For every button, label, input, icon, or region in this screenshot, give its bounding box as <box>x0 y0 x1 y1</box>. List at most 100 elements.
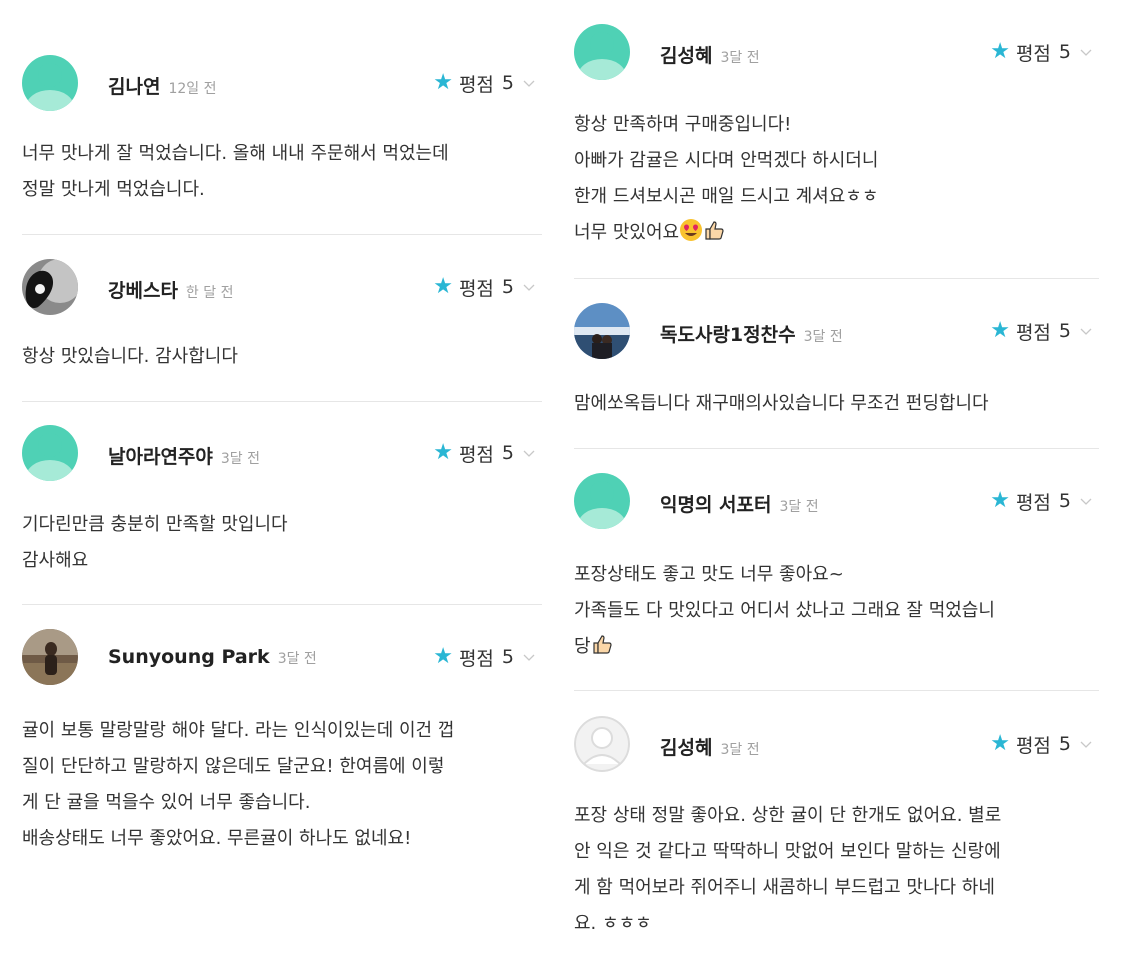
reviewer-name[interactable]: Sunyoung Park 3달 전 <box>108 646 317 668</box>
review-item: 독도사랑1정찬수 3달 전 ★ 평점 5 맘에쏘옥듭니다 재구매의사있습니다 무조… <box>574 303 1099 422</box>
review-item: Sunyoung Park 3달 전 ★ 평점 5 귤이 보통 말랑말랑 해야 달… <box>22 629 542 857</box>
thumbs-up-emoji <box>705 221 724 240</box>
review-header: 김나연 12일 전 ★ 평점 5 <box>22 55 542 111</box>
chevron-down-icon <box>523 80 535 87</box>
rating-toggle[interactable]: ★ 평점 5 <box>433 440 536 466</box>
review-header: 강베스타 한 달 전 ★ 평점 5 <box>22 259 542 315</box>
star-icon: ★ <box>433 70 453 95</box>
rating-value: 5 <box>1058 41 1071 63</box>
reviewer-name[interactable]: 날아라연주야 3달 전 <box>108 442 260 469</box>
profile-photo[interactable] <box>22 629 78 685</box>
review-text: 포장 상태 정말 좋아요. 상한 귤이 단 한개도 없어요. 별로 안 익은 것… <box>574 805 1002 934</box>
review-header: 날아라연주야 3달 전 ★ 평점 5 <box>22 425 542 481</box>
heart-eyes-emoji <box>680 219 703 241</box>
star-icon: ★ <box>990 488 1010 513</box>
review-text-content: 포장상태도 좋고 맛도 너무 좋아요~ 가족들도 다 맛있다고 어디서 샀나고 … <box>574 564 995 657</box>
rating-value: 5 <box>501 276 514 298</box>
star-icon: ★ <box>433 440 453 465</box>
rating-value: 5 <box>501 442 514 464</box>
reviewer-name-text: 익명의 서포터 <box>660 494 772 516</box>
star-icon: ★ <box>990 39 1010 64</box>
review-text: 맘에쏘옥듭니다 재구매의사있습니다 무조건 펀딩합니다 <box>574 393 989 414</box>
review-time: 3달 전 <box>779 499 819 515</box>
rating-label: 평점 <box>458 73 494 96</box>
review-time: 3달 전 <box>720 742 760 758</box>
rating-label: 평점 <box>1015 734 1051 757</box>
chevron-down-icon <box>1080 49 1092 56</box>
rating-toggle[interactable]: ★ 평점 5 <box>990 488 1093 514</box>
review-header: 김성혜 3달 전 ★ 평점 5 <box>574 24 1099 80</box>
reviewer-name[interactable]: 익명의 서포터 3달 전 <box>660 490 819 517</box>
default-avatar-icon[interactable] <box>22 55 78 111</box>
review-header: 익명의 서포터 3달 전 ★ 평점 5 <box>574 473 1099 529</box>
review-item: 김나연 12일 전 ★ 평점 5 너무 맛나게 잘 먹었습니다. 올해 내내 주문… <box>22 55 542 208</box>
reviewer-name[interactable]: 독도사랑1정찬수 3달 전 <box>660 320 843 347</box>
review-text: 너무 맛나게 잘 먹었습니다. 올해 내내 주문해서 먹었는데 정말 맛나게 먹… <box>22 143 449 200</box>
star-icon: ★ <box>990 318 1010 343</box>
rating-label: 평점 <box>458 647 494 670</box>
rating-label: 평점 <box>458 443 494 466</box>
default-avatar-icon[interactable] <box>22 425 78 481</box>
rating-label: 평점 <box>1015 42 1051 65</box>
rating-toggle[interactable]: ★ 평점 5 <box>433 70 536 96</box>
reviewer-name-text: 김성혜 <box>660 45 713 67</box>
reviewer-name[interactable]: 김나연 12일 전 <box>108 72 216 99</box>
chevron-down-icon <box>1080 328 1092 335</box>
review-time: 한 달 전 <box>185 285 234 301</box>
divider <box>22 401 542 402</box>
divider <box>574 278 1099 279</box>
rating-toggle[interactable]: ★ 평점 5 <box>433 645 536 670</box>
chevron-down-icon <box>1080 498 1092 505</box>
default-avatar-icon[interactable] <box>574 473 630 529</box>
reviewer-name-text: 날아라연주야 <box>108 446 213 468</box>
review-time: 3달 전 <box>220 451 261 467</box>
review-item: 날아라연주야 3달 전 ★ 평점 5 기다린만큼 충분히 만족할 맛입니다 감사해… <box>22 425 542 579</box>
divider <box>574 448 1099 449</box>
rating-label: 평점 <box>1015 321 1051 344</box>
chevron-down-icon <box>523 284 535 291</box>
review-item: 김성혜 3달 전 ★ 평점 5 항상 만족하며 구매중입니다! 아빠가 감귤은 시… <box>574 24 1099 251</box>
thumbs-up-emoji <box>592 635 612 654</box>
rating-toggle[interactable]: ★ 평점 5 <box>990 318 1093 344</box>
reviewer-name-text: 독도사랑1정찬수 <box>660 324 796 346</box>
rating-label: 평점 <box>1015 491 1051 514</box>
review-time: 3달 전 <box>720 50 760 66</box>
chevron-down-icon <box>523 654 535 661</box>
star-icon: ★ <box>990 731 1010 756</box>
rating-value: 5 <box>1058 490 1071 512</box>
review-header: 독도사랑1정찬수 3달 전 ★ 평점 5 <box>574 303 1099 359</box>
rating-value: 5 <box>501 72 514 94</box>
review-text: 항상 만족하며 구매중입니다! 아빠가 감귤은 시다며 안먹겠다 하시더니 한개… <box>574 107 1099 251</box>
rating-value: 5 <box>1058 320 1071 342</box>
divider <box>574 690 1099 691</box>
chevron-down-icon <box>523 450 535 457</box>
chevron-down-icon <box>1080 741 1092 748</box>
gray-avatar-icon[interactable] <box>574 716 630 772</box>
rating-label: 평점 <box>458 277 494 300</box>
review-item: 강베스타 한 달 전 ★ 평점 5 항상 맛있습니다. 감사합니다 <box>22 259 542 375</box>
review-time: 12일 전 <box>168 81 217 97</box>
review-text: 항상 맛있습니다. 감사합니다 <box>22 346 238 367</box>
star-icon: ★ <box>433 274 453 299</box>
profile-photo[interactable] <box>574 303 630 359</box>
divider <box>22 234 542 235</box>
default-avatar-icon[interactable] <box>574 24 630 80</box>
review-header: Sunyoung Park 3달 전 ★ 평점 5 <box>22 629 542 685</box>
rating-toggle[interactable]: ★ 평점 5 <box>990 39 1093 65</box>
reviewer-name[interactable]: 김성혜 3달 전 <box>660 733 760 760</box>
reviewer-name[interactable]: 강베스타 한 달 전 <box>108 276 233 303</box>
review-time: 3달 전 <box>803 329 843 345</box>
review-text: 기다린만큼 충분히 만족할 맛입니다 감사해요 <box>22 514 288 571</box>
review-header: 김성혜 3달 전 ★ 평점 5 <box>574 716 1099 772</box>
review-text: 포장상태도 좋고 맛도 너무 좋아요~ 가족들도 다 맛있다고 어디서 샀나고 … <box>574 557 1099 665</box>
review-item: 익명의 서포터 3달 전 ★ 평점 5 포장상태도 좋고 맛도 너무 좋아요~ 가… <box>574 473 1099 665</box>
rating-value: 5 <box>1058 733 1071 755</box>
rating-toggle[interactable]: ★ 평점 5 <box>990 731 1093 757</box>
reviewer-name-text: 강베스타 <box>108 280 178 302</box>
rating-toggle[interactable]: ★ 평점 5 <box>433 274 536 300</box>
reviewer-name[interactable]: 김성혜 3달 전 <box>660 41 760 68</box>
profile-photo[interactable] <box>22 259 78 315</box>
review-item: 김성혜 3달 전 ★ 평점 5 포장 상태 정말 좋아요. 상한 귤이 단 한개도… <box>574 716 1099 942</box>
review-text: 귤이 보통 말랑말랑 해야 달다. 라는 인식이있는데 이건 껍 질이 단단하고… <box>22 720 455 849</box>
review-time: 3달 전 <box>277 651 317 667</box>
